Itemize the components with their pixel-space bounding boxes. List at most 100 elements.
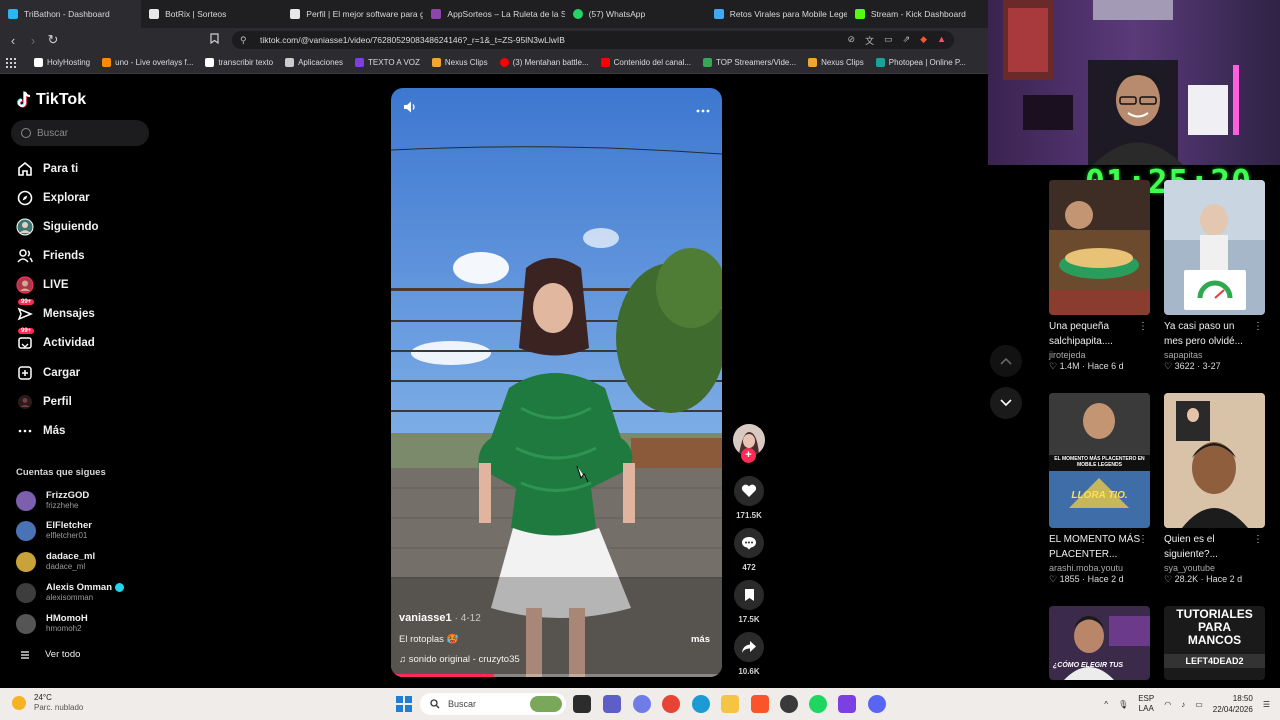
- see-all-link[interactable]: Ver todo: [20, 649, 80, 660]
- previous-video-button[interactable]: [990, 345, 1022, 377]
- microphone-icon[interactable]: 🎙: [1118, 700, 1128, 709]
- video-author[interactable]: arashi.moba.youtu: [1049, 563, 1150, 573]
- back-icon[interactable]: ‹: [3, 28, 23, 52]
- browser-tab[interactable]: Perfil | El mejor software para g: [282, 0, 423, 28]
- recommended-video[interactable]: TUTORIALES PARA MANCOS LEFT4DEAD2: [1164, 606, 1265, 680]
- clock[interactable]: 18:50 22/04/2026: [1213, 693, 1253, 715]
- bookmark-item[interactable]: Nexus Clips: [808, 58, 864, 67]
- bookmark-item[interactable]: Contenido del canal...: [600, 58, 691, 67]
- bookmark-item[interactable]: Photopea | Online P...: [875, 58, 966, 67]
- follow-plus-button[interactable]: +: [741, 448, 756, 463]
- video-options-icon[interactable]: ⋮: [1138, 321, 1148, 332]
- nav-item-explorar[interactable]: Explorar: [16, 189, 90, 207]
- nav-item-friends[interactable]: Friends: [16, 247, 85, 265]
- language-indicator[interactable]: ESP LAA: [1138, 694, 1154, 714]
- video-author[interactable]: jirotejeda: [1049, 350, 1150, 360]
- recommended-video[interactable]: ¿CÓMO ELEGIR TUS: [1049, 606, 1150, 680]
- site-info-icon[interactable]: ⚲: [240, 35, 250, 45]
- video-options-icon[interactable]: ⋮: [1138, 534, 1148, 545]
- recommended-video[interactable]: Una pequeña salchipapita.... ⋮ jirotejed…: [1049, 180, 1150, 372]
- video-thumbnail[interactable]: [1164, 180, 1265, 315]
- task-view-icon[interactable]: [573, 695, 591, 713]
- browser-tab[interactable]: (57) WhatsApp: [565, 0, 706, 28]
- brave-icon[interactable]: [751, 695, 769, 713]
- following-account[interactable]: dadace_ml dadace_ml: [16, 551, 95, 572]
- share-action[interactable]: 10.6K: [731, 632, 767, 676]
- share-arrow-icon[interactable]: [734, 632, 764, 662]
- save-action[interactable]: 17.5K: [731, 580, 767, 624]
- recommended-video[interactable]: Quien es el siguiente?... ⋮ sya_youtube …: [1164, 393, 1265, 585]
- video-thumbnail[interactable]: [1164, 393, 1265, 528]
- following-account[interactable]: Alexis Omman alexisomman: [16, 582, 124, 603]
- video-options-icon[interactable]: ⋮: [1253, 534, 1263, 545]
- video-more-icon[interactable]: [696, 100, 710, 117]
- search-input[interactable]: Buscar: [11, 120, 149, 146]
- wifi-icon[interactable]: ◠: [1164, 700, 1171, 709]
- file-explorer-icon[interactable]: [721, 695, 739, 713]
- heart-icon[interactable]: [734, 476, 764, 506]
- brave-rewards-icon[interactable]: ▲: [937, 34, 946, 47]
- taskbar-search[interactable]: Buscar: [420, 693, 566, 715]
- bookmark-item[interactable]: transcribir texto: [205, 58, 273, 67]
- caption-more-button[interactable]: más: [691, 634, 710, 645]
- browser-tab[interactable]: TriBathon - Dashboard: [0, 0, 142, 28]
- video-progress-bar[interactable]: [391, 674, 722, 677]
- app-grid-icon[interactable]: [838, 695, 856, 713]
- copilot-icon[interactable]: [633, 695, 651, 713]
- chrome-icon[interactable]: [662, 695, 680, 713]
- nav-item-live[interactable]: LIVE: [16, 276, 69, 294]
- discord-icon[interactable]: [868, 695, 886, 713]
- browser-tab[interactable]: BotRix | Sorteos: [141, 0, 282, 28]
- tray-chevron-icon[interactable]: ^: [1104, 700, 1108, 709]
- browser-tab[interactable]: Retos Virales para Mobile Lege: [706, 0, 847, 28]
- notification-icon[interactable]: ☰: [1263, 700, 1270, 709]
- tiktok-logo[interactable]: TikTok: [16, 91, 86, 109]
- apps-grid-icon[interactable]: [6, 57, 16, 68]
- recommended-video[interactable]: Ya casi paso un mes pero olvidé... ⋮ sap…: [1164, 180, 1265, 372]
- browser-tab[interactable]: AppSorteos – La Ruleta de la S: [423, 0, 565, 28]
- bookmark-item[interactable]: HolyHosting: [34, 58, 90, 67]
- video-author[interactable]: sapapitas: [1164, 350, 1265, 360]
- nav-item-cargar[interactable]: Cargar: [16, 364, 80, 382]
- video-thumbnail[interactable]: [1049, 180, 1150, 315]
- bookmark-icon[interactable]: [210, 33, 219, 47]
- volume-tray-icon[interactable]: ♪: [1181, 700, 1185, 709]
- nav-item-para-ti[interactable]: Para ti: [16, 160, 78, 178]
- forward-icon[interactable]: ›: [23, 28, 43, 52]
- nav-item-mas[interactable]: Más: [16, 422, 65, 440]
- video-sound[interactable]: ♫ sonido original - cruzyto35: [399, 654, 520, 665]
- bookmark-save-icon[interactable]: [734, 580, 764, 610]
- reload-icon[interactable]: ↻: [43, 28, 63, 52]
- share-icon[interactable]: ⇗: [903, 34, 911, 47]
- video-options-icon[interactable]: ⋮: [1253, 321, 1263, 332]
- comment-icon[interactable]: [734, 528, 764, 558]
- no-tracking-icon[interactable]: ⊘: [848, 34, 856, 47]
- bookmark-item[interactable]: TOP Streamers/Vide...: [703, 58, 796, 67]
- video-thumbnail[interactable]: ¿CÓMO ELEGIR TUS: [1049, 606, 1150, 680]
- bookmark-item[interactable]: TEXTO A VOZ: [355, 58, 420, 67]
- bookmark-item[interactable]: (3) Mentahan battle...: [499, 58, 589, 67]
- address-bar[interactable]: ⚲ tiktok.com/@vaniasse1/video/7628052908…: [232, 31, 954, 49]
- browser-tab[interactable]: Stream - Kick Dashboard: [847, 0, 988, 28]
- obs-icon[interactable]: [780, 695, 798, 713]
- nav-item-siguiendo[interactable]: Siguiendo: [16, 218, 99, 236]
- nav-item-perfil[interactable]: Perfil: [16, 393, 72, 411]
- weather-widget[interactable]: 24°C Parc. nublado: [12, 693, 83, 713]
- spotify-icon[interactable]: [809, 695, 827, 713]
- windows-start-icon[interactable]: [396, 696, 412, 712]
- recommended-video[interactable]: EL MOMENTO MÁS PLACENTERO EN MOBILE LEGE…: [1049, 393, 1150, 585]
- cast-icon[interactable]: ▭: [884, 34, 893, 47]
- battery-icon[interactable]: ▭: [1195, 700, 1203, 709]
- next-video-button[interactable]: [990, 387, 1022, 419]
- nav-item-actividad[interactable]: 99+ Actividad: [16, 328, 95, 352]
- bookmark-item[interactable]: Nexus Clips: [431, 58, 488, 67]
- following-account[interactable]: HMomoH hmomoh2: [16, 613, 88, 634]
- edge-icon[interactable]: [692, 695, 710, 713]
- video-author[interactable]: sya_youtube: [1164, 563, 1265, 573]
- translate-icon[interactable]: 文: [865, 34, 874, 47]
- volume-icon[interactable]: [403, 100, 417, 117]
- video-author[interactable]: vaniasse1 · 4-12: [399, 612, 481, 624]
- video-thumbnail[interactable]: TUTORIALES PARA MANCOS LEFT4DEAD2: [1164, 606, 1265, 680]
- bookmark-item[interactable]: uno - Live overlays f...: [102, 58, 193, 67]
- brave-shield-icon[interactable]: ◆: [920, 34, 927, 47]
